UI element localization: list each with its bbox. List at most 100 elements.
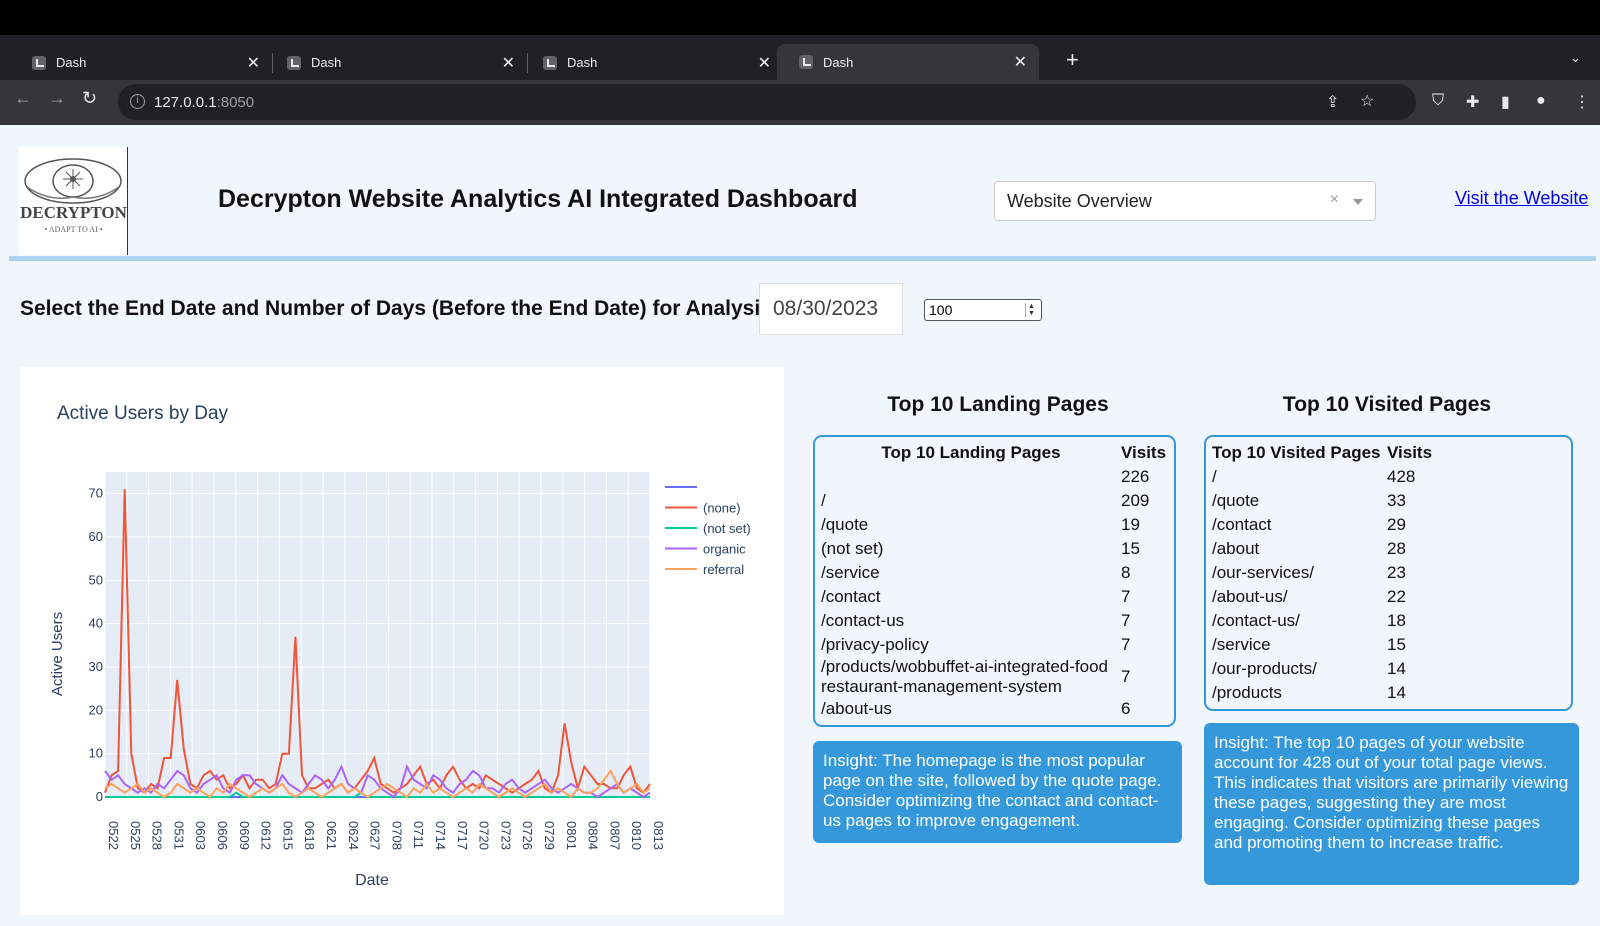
close-icon[interactable]: ✕ <box>502 53 515 73</box>
landing-col-visits-header: Visits <box>1121 443 1167 462</box>
legend-label: referral <box>703 562 744 577</box>
browser-tab-active[interactable]: Dash ✕ <box>777 44 1039 80</box>
visits-cell: 33 <box>1387 491 1406 510</box>
side-panel-icon[interactable]: ▮ <box>1501 92 1510 112</box>
shield-extension-icon[interactable]: ⛉ <box>1432 92 1444 110</box>
visits-cell: 7 <box>1121 611 1131 630</box>
x-tick-label: 0729 <box>542 821 557 850</box>
close-icon[interactable]: ✕ <box>1014 52 1027 72</box>
x-tick-label: 0528 <box>150 821 165 850</box>
clear-icon[interactable]: × <box>1330 191 1339 209</box>
profile-avatar-icon[interactable]: ● <box>1536 92 1546 110</box>
page-cell: /privacy-policy <box>821 635 929 654</box>
forward-arrow-icon[interactable]: → <box>48 88 66 109</box>
visits-cell: 7 <box>1121 635 1131 654</box>
visited-section-title: Top 10 Visited Pages <box>1282 393 1492 416</box>
x-tick-label: 0612 <box>259 821 274 850</box>
visits-cell: 18 <box>1387 611 1406 630</box>
page-cell: /quote <box>1212 491 1260 510</box>
table-row: /our-products/14 <box>1212 657 1567 681</box>
page-cell: /about-us <box>821 699 892 718</box>
dash-favicon-icon <box>32 55 46 70</box>
address-bar[interactable]: i 127.0.0.1:8050 ⇪ ☆ <box>118 84 1416 120</box>
x-tick-label: 0720 <box>477 821 492 850</box>
end-date-picker[interactable]: 08/30/2023 <box>759 283 903 335</box>
page-cell: /contact <box>1212 515 1272 534</box>
close-icon[interactable]: ✕ <box>758 53 771 73</box>
y-tick-label: 20 <box>89 702 103 717</box>
table-row: /service 15 <box>1212 633 1567 657</box>
date-range-label: Select the End Date and Number of Days (… <box>20 297 779 320</box>
visited-insight-box: Insight: The top 10 pages of your websit… <box>1204 723 1579 885</box>
visited-col-visits-header: Visits <box>1387 443 1433 462</box>
back-arrow-icon[interactable]: ← <box>14 88 32 109</box>
more-menu-icon[interactable]: ⋮ <box>1574 92 1590 112</box>
active-users-chart-panel: Active Users by Day Date Active Users 05… <box>20 367 784 915</box>
table-row: / 209 <box>821 489 1170 513</box>
visited-col-page-header: Top 10 Visited Pages <box>1212 443 1381 462</box>
table-row: / 428 <box>1212 465 1567 489</box>
browser-tab[interactable]: Dash ✕ <box>521 45 783 80</box>
extensions-puzzle-icon[interactable]: ✚ <box>1466 92 1479 112</box>
table-row: 226 <box>821 465 1170 489</box>
reload-icon[interactable]: ↻ <box>82 88 97 109</box>
page-cell <box>821 465 1121 489</box>
table-row: /contact-us 7 <box>821 609 1170 633</box>
x-tick-label: 0723 <box>498 821 513 850</box>
landing-col-page-header: Top 10 Landing Pages <box>881 443 1061 462</box>
legend-label: organic <box>703 542 746 557</box>
site-info-icon[interactable]: i <box>130 94 145 109</box>
visit-website-link[interactable]: Visit the Website <box>1455 188 1588 209</box>
page-cell: / <box>1212 467 1217 486</box>
days-number-input[interactable]: 100 ▲ ▼ <box>924 299 1042 321</box>
page-cell: /our-services/ <box>1212 563 1315 582</box>
visits-cell: 7 <box>1121 667 1131 686</box>
table-row: /our-services/23 <box>1212 561 1567 585</box>
x-tick-label: 0726 <box>520 821 535 850</box>
share-icon[interactable]: ⇪ <box>1326 92 1339 112</box>
table-row: /products 14 <box>1212 681 1567 705</box>
dash-favicon-icon <box>799 55 813 69</box>
chevron-down-icon[interactable] <box>1353 199 1363 205</box>
visits-cell: 14 <box>1387 683 1406 702</box>
logo-emblem-icon <box>24 158 122 204</box>
x-tick-label: 0810 <box>629 821 644 850</box>
visits-cell: 14 <box>1387 659 1406 678</box>
url-port: :8050 <box>216 93 255 111</box>
y-tick-label: 10 <box>89 746 103 761</box>
visits-cell: 226 <box>1121 467 1150 486</box>
page-cell: /contact-us/ <box>1212 611 1300 630</box>
browser-tab[interactable]: Dash ✕ <box>10 45 272 80</box>
page-cell: (not set) <box>821 539 884 558</box>
dropdown-value: Website Overview <box>1007 190 1152 211</box>
tab-search-chevron-icon[interactable]: ⌄ <box>1570 50 1581 66</box>
stepper-arrows-icon[interactable]: ▲ ▼ <box>1025 303 1037 317</box>
logo-tagline: • ADAPT TO AI • <box>44 225 103 234</box>
navigation-bar: ← → ↻ i 127.0.0.1:8050 ⇪ ☆ ⛉ ✚ ▮ ● ⋮ <box>0 80 1600 125</box>
browser-tab[interactable]: Dash ✕ <box>265 45 527 80</box>
visits-cell: 23 <box>1387 563 1406 582</box>
table-row: /contact-us/18 <box>1212 609 1567 633</box>
tab-title: Dash <box>823 54 854 70</box>
x-tick-label: 0717 <box>455 821 470 850</box>
page-cell: /service <box>1212 635 1271 654</box>
x-tick-label: 0714 <box>433 821 448 850</box>
legend-label: (none) <box>703 501 741 516</box>
visits-cell: 22 <box>1387 587 1406 606</box>
window-top-bar <box>0 0 1600 35</box>
x-tick-label: 0618 <box>302 821 317 850</box>
x-tick-label: 0621 <box>324 821 339 850</box>
logo-wordmark: DECRYPTON <box>20 203 127 222</box>
legend-label: (not set) <box>703 521 751 536</box>
close-icon[interactable]: ✕ <box>247 53 260 73</box>
bookmark-star-icon[interactable]: ☆ <box>1360 91 1374 111</box>
y-tick-label: 50 <box>89 572 103 587</box>
x-tick-label: 0813 <box>651 821 666 850</box>
x-tick-label: 0525 <box>128 821 143 850</box>
new-tab-plus-icon[interactable]: + <box>1066 47 1079 73</box>
table-row: /contact 7 <box>821 585 1170 609</box>
dashboard-header: DECRYPTON • ADAPT TO AI • Decrypton Webs… <box>9 135 1596 261</box>
visited-pages-table: Top 10 Visited Pages Visits / 428 /quote 3… <box>1204 435 1573 711</box>
view-selector-dropdown[interactable]: Website Overview × <box>994 181 1376 221</box>
y-axis-label: Active Users <box>49 612 66 696</box>
